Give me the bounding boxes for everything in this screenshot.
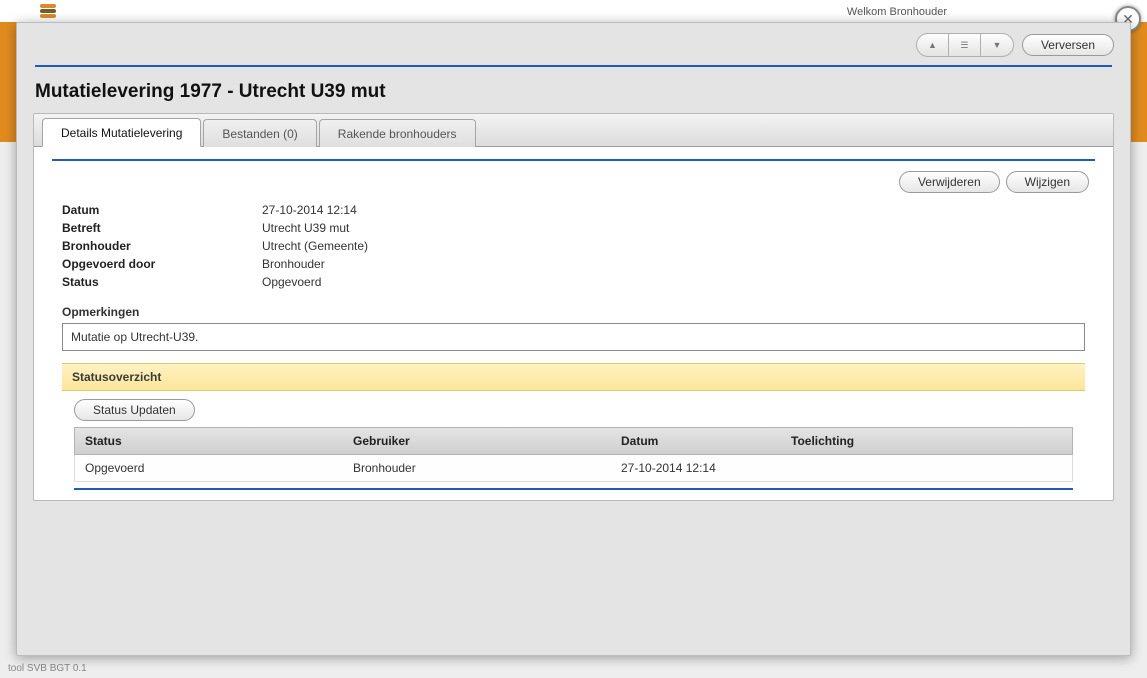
status-update-button[interactable]: Status Updaten [74,399,195,421]
details-block: Datum 27-10-2014 12:14 Betreft Utrecht U… [34,195,1113,301]
col-status: Status [75,428,343,454]
tab-files[interactable]: Bestanden (0) [203,119,316,147]
status-update-row: Status Updaten [34,399,1113,427]
label-holder: Bronhouder [62,239,262,253]
nav-button-group: ▲ ☰ ▼ [916,33,1014,57]
footer-version: tool SVB BGT 0.1 [8,663,87,674]
col-date: Datum [611,428,781,454]
page-backdrop-top [0,0,1147,22]
cell-note [781,455,1072,481]
label-entered-by: Opgevoerd door [62,257,262,271]
cell-date: 27-10-2014 12:14 [611,455,781,481]
page-title: Mutatielevering 1977 - Utrecht U39 mut [21,67,1126,113]
status-table-row: Opgevoerd Bronhouder 27-10-2014 12:14 [74,455,1073,482]
chevron-down-icon: ▼ [993,40,1002,50]
value-holder: Utrecht (Gemeente) [262,239,368,253]
cell-user: Bronhouder [343,455,611,481]
value-status: Opgevoerd [262,275,321,289]
details-row-date: Datum 27-10-2014 12:14 [62,201,1085,219]
app-logo-icon [40,4,56,18]
nav-up-button[interactable]: ▲ [917,34,949,56]
refresh-button[interactable]: Verversen [1022,34,1114,56]
divider [52,159,1095,161]
value-concerns: Utrecht U39 mut [262,221,349,235]
status-overview-heading: Statusoverzicht [62,363,1085,391]
label-status: Status [62,275,262,289]
record-actions: Verwijderen Wijzigen [34,167,1113,195]
nav-list-button[interactable]: ☰ [949,34,981,56]
chevron-up-icon: ▲ [928,40,937,50]
col-note: Toelichting [781,428,1072,454]
nav-down-button[interactable]: ▼ [981,34,1013,56]
delete-button[interactable]: Verwijderen [899,171,1000,193]
label-remarks: Opmerkingen [34,301,1113,323]
tab-details[interactable]: Details Mutatielevering [42,118,201,147]
label-concerns: Betreft [62,221,262,235]
details-row-holder: Bronhouder Utrecht (Gemeente) [62,237,1085,255]
dialog-toolbar: ▲ ☰ ▼ Verversen [21,23,1126,65]
tab-panel: Details Mutatielevering Bestanden (0) Ra… [33,113,1114,501]
value-date: 27-10-2014 12:14 [262,203,357,217]
modal-dialog: ▲ ☰ ▼ Verversen Mutatielevering 1977 - U… [16,22,1131,656]
tab-strip: Details Mutatielevering Bestanden (0) Ra… [34,113,1113,147]
cell-status: Opgevoerd [75,455,343,481]
status-table: Status Gebruiker Datum Toelichting Opgev… [74,427,1073,482]
remarks-text: Mutatie op Utrecht-U39. [62,323,1085,351]
details-row-concerns: Betreft Utrecht U39 mut [62,219,1085,237]
divider [74,488,1073,490]
col-user: Gebruiker [343,428,611,454]
list-icon: ☰ [960,40,968,51]
status-table-header: Status Gebruiker Datum Toelichting [74,427,1073,455]
welcome-user-text: Welkom Bronhouder [847,6,947,18]
edit-button[interactable]: Wijzigen [1006,171,1089,193]
details-row-status: Status Opgevoerd [62,273,1085,291]
tab-touching-holders[interactable]: Rakende bronhouders [319,119,476,147]
label-date: Datum [62,203,262,217]
value-entered-by: Bronhouder [262,257,325,271]
details-row-entered-by: Opgevoerd door Bronhouder [62,255,1085,273]
